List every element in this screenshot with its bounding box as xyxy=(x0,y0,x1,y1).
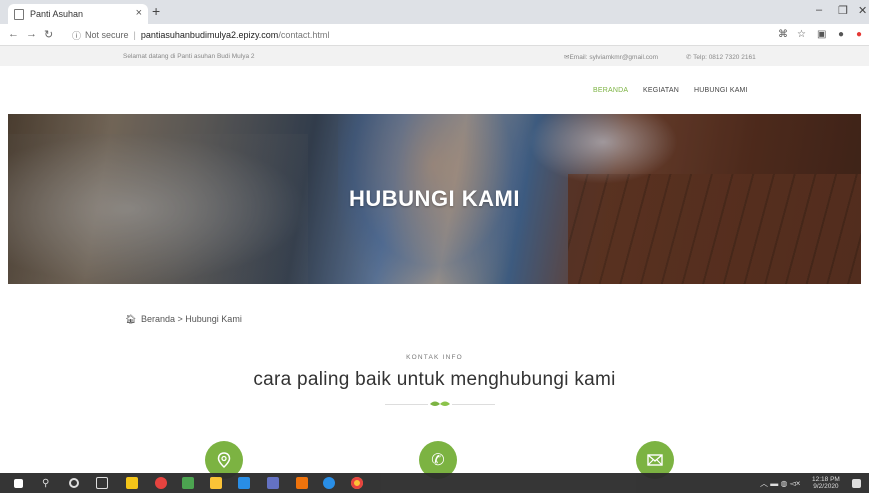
os-taskbar: ⚲ ︿ ▬ ◍ ◅× 12:18 PM 9/2/2020 xyxy=(0,473,869,493)
word-icon[interactable] xyxy=(238,477,250,489)
section-eyebrow: KONTAK INFO xyxy=(406,354,463,361)
back-arrow-icon[interactable]: ← xyxy=(8,28,19,40)
new-tab-button[interactable]: + xyxy=(152,3,160,19)
reload-icon[interactable]: ↻ xyxy=(44,28,53,41)
url-field[interactable]: ⓘ Not secure | pantiasuhanbudimulya2.epi… xyxy=(72,27,772,43)
clock-date: 9/2/2020 xyxy=(813,483,839,490)
breadcrumb-home[interactable]: Beranda xyxy=(141,314,175,324)
task-view-icon[interactable] xyxy=(96,477,108,489)
phone-link[interactable]: ✆ Telp: 0812 7320 2161 xyxy=(686,53,756,61)
restore-button[interactable]: ❐ xyxy=(838,4,848,17)
app-icon-2[interactable] xyxy=(155,477,167,489)
email-link[interactable]: ✉Email: sylviamkmr@gmail.com xyxy=(564,53,658,61)
edge-icon[interactable] xyxy=(323,477,335,489)
browser-tab-bar: Panti Asuhan × + – ❐ ✕ xyxy=(0,0,869,24)
minimize-button[interactable]: – xyxy=(816,4,822,16)
phone-small-icon: ✆ xyxy=(686,54,692,61)
browser-tab[interactable]: Panti Asuhan × xyxy=(8,4,148,24)
chrome-icon[interactable] xyxy=(351,477,363,489)
main-nav: BERANDA KEGIATAN HUBUNGI KAMI xyxy=(0,66,869,114)
close-window-button[interactable]: ✕ xyxy=(858,4,867,17)
nav-beranda[interactable]: BERANDA xyxy=(593,87,628,94)
section-headline: cara paling baik untuk menghubungi kami xyxy=(253,369,616,390)
clock-time: 12:18 PM xyxy=(812,476,840,483)
site-top-strip: Selamat datang di Panti asuhan Budi Muly… xyxy=(0,46,869,66)
clock[interactable]: 12:18 PM 9/2/2020 xyxy=(812,476,840,490)
page-icon xyxy=(14,8,24,20)
nav-kegiatan[interactable]: KEGIATAN xyxy=(643,87,679,94)
breadcrumb-current: Hubungi Kami xyxy=(185,314,242,324)
profile-icon[interactable]: ● xyxy=(838,29,844,40)
app-icon-6[interactable] xyxy=(296,477,308,489)
forward-arrow-icon[interactable]: → xyxy=(26,28,37,40)
hero-title: HUBUNGI KAMI xyxy=(349,186,520,211)
leaf-divider-icon xyxy=(428,399,452,409)
windows-start-icon[interactable] xyxy=(14,479,23,488)
search-icon[interactable]: ⚲ xyxy=(42,478,54,490)
home-icon: 🏠︎ xyxy=(125,314,137,324)
url-host: pantiasuhanbudimulya2.epizy.com xyxy=(140,30,279,40)
info-icon[interactable]: ⓘ xyxy=(72,29,81,42)
app-icon-1[interactable] xyxy=(126,477,138,489)
system-tray-icons[interactable]: ︿ ▬ ◍ ◅× xyxy=(760,478,800,489)
app-icon-5[interactable] xyxy=(267,477,279,489)
tab-close-icon[interactable]: × xyxy=(136,7,142,19)
cortana-icon[interactable] xyxy=(69,478,79,488)
breadcrumb-separator: > xyxy=(177,314,183,324)
welcome-text: Selamat datang di Panti asuhan Budi Muly… xyxy=(123,53,255,60)
url-separator: | xyxy=(133,30,136,40)
security-label: Not secure xyxy=(85,30,129,40)
url-path: /contact.html xyxy=(278,30,330,40)
translate-icon[interactable]: ⌘ xyxy=(778,29,788,40)
tab-title: Panti Asuhan xyxy=(30,9,84,19)
phone-text: Telp: 0812 7320 2161 xyxy=(693,54,756,61)
app-icon-3[interactable] xyxy=(182,477,194,489)
address-bar: ← → ↻ ⓘ Not secure | pantiasuhanbudimuly… xyxy=(0,24,869,46)
hero-banner: HUBUNGI KAMI xyxy=(8,114,861,284)
email-text: Email: sylviamkmr@gmail.com xyxy=(569,54,659,61)
breadcrumb: 🏠︎ Beranda > Hubungi Kami xyxy=(125,314,242,325)
extension-icon[interactable]: ▣ xyxy=(817,29,826,40)
nav-hubungi-kami[interactable]: HUBUNGI KAMI xyxy=(694,87,748,94)
app-icon-4[interactable] xyxy=(210,477,222,489)
extension-red-icon[interactable]: ● xyxy=(856,29,862,40)
star-icon[interactable]: ☆ xyxy=(797,29,806,40)
notification-icon[interactable] xyxy=(852,479,861,488)
